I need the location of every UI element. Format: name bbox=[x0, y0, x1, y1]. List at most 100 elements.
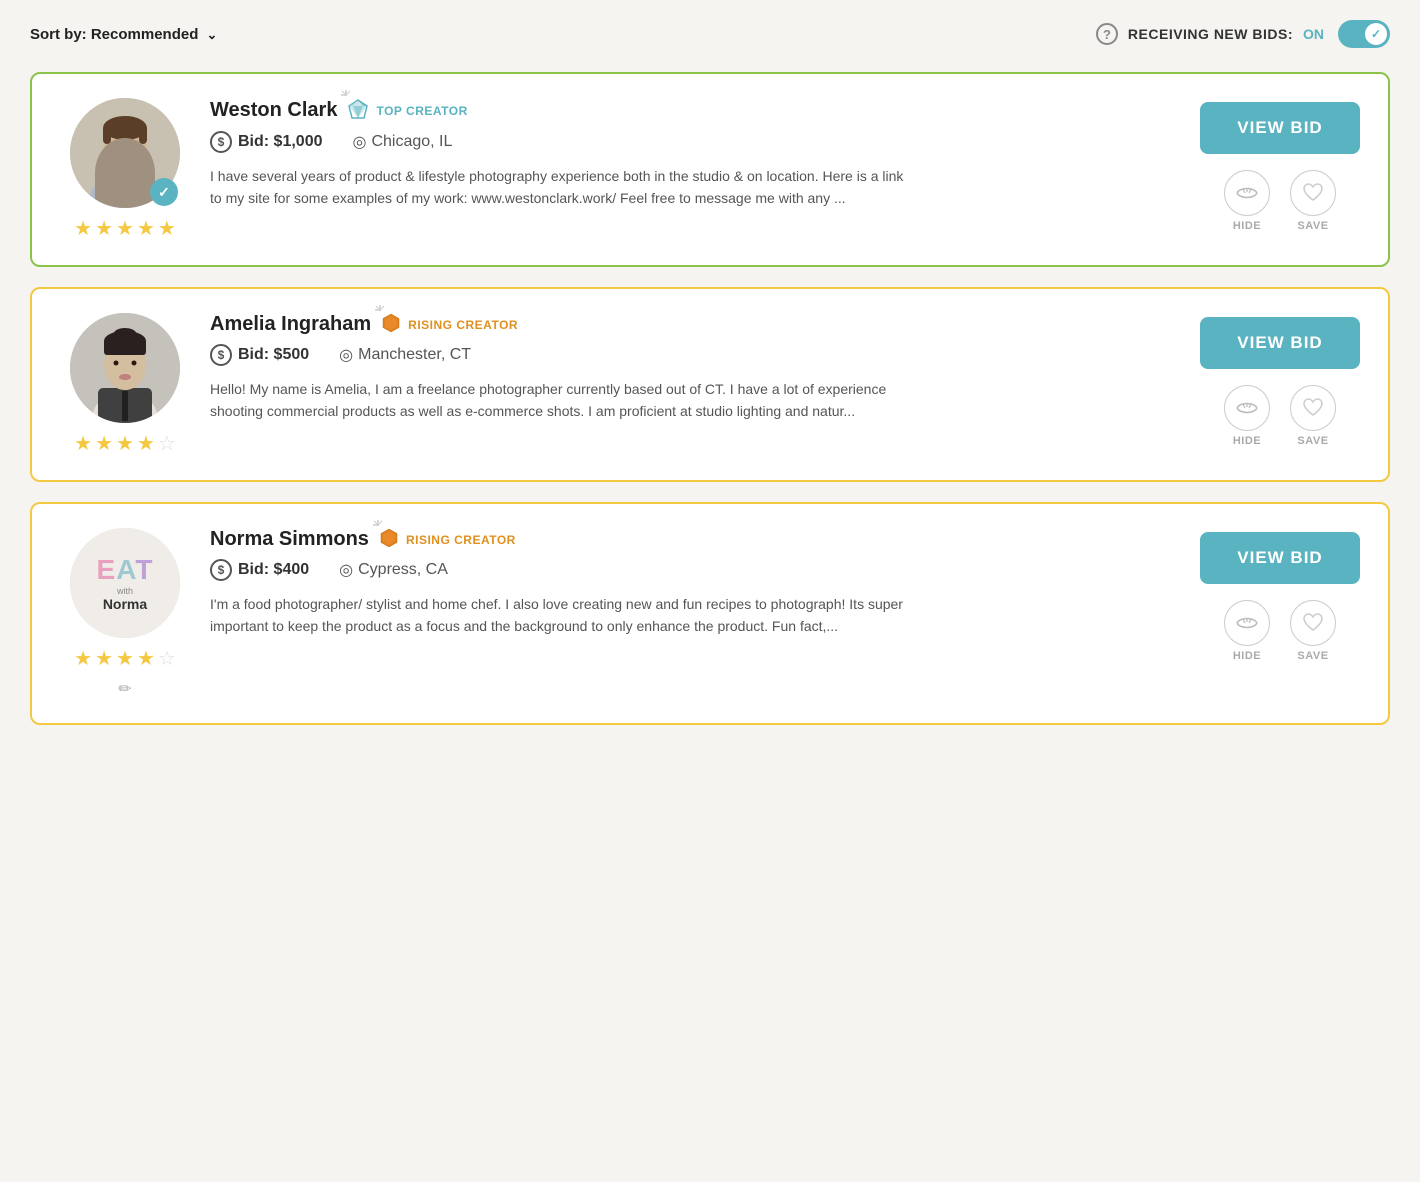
hide-save-row-norma-simmons: HIDE SAVE bbox=[1224, 600, 1336, 662]
save-icon-circle bbox=[1290, 385, 1336, 431]
save-button-norma-simmons[interactable]: SAVE bbox=[1290, 600, 1336, 662]
star-3: ★ bbox=[116, 216, 134, 241]
creator-badge-weston-clark: TOP CREATOR bbox=[347, 98, 467, 123]
star-5: ★ bbox=[158, 216, 176, 241]
diamond-sparkle bbox=[347, 98, 369, 123]
creator-cards-list: ✓ ★★★★★ Weston Clark TOP C bbox=[30, 72, 1390, 725]
star-2: ★ bbox=[95, 216, 113, 241]
sort-by-control[interactable]: Sort by: Recommended ⌄ bbox=[30, 26, 217, 43]
creator-card-norma-simmons: EAT with Norma ★★★★☆ ✏ Norma Simmons bbox=[30, 502, 1390, 725]
hexagon-sparkle bbox=[379, 528, 399, 551]
hide-save-row-weston-clark: HIDE SAVE bbox=[1224, 170, 1336, 232]
star-4: ★ bbox=[137, 216, 155, 241]
norma-eat-e: E bbox=[97, 554, 117, 585]
creator-name-amelia-ingraham: Amelia Ingraham bbox=[210, 313, 371, 336]
bid-info-amelia-ingraham: $ Bid: $500 bbox=[210, 344, 309, 366]
receiving-bids-toggle[interactable] bbox=[1338, 20, 1390, 48]
bids-label: RECEIVING NEW BIDS: bbox=[1128, 26, 1293, 42]
avatar-image-amelia-ingraham bbox=[70, 313, 180, 423]
creator-avatar-norma-simmons: EAT with Norma ★★★★☆ ✏ bbox=[60, 528, 190, 699]
creator-name-weston-clark: Weston Clark bbox=[210, 99, 337, 122]
view-bid-button-norma-simmons[interactable]: VIEW BID bbox=[1200, 532, 1360, 584]
bid-location-row-weston-clark: $ Bid: $1,000 ◎ Chicago, IL bbox=[210, 131, 1180, 153]
avatar-amelia bbox=[70, 313, 180, 423]
save-button-amelia-ingraham[interactable]: SAVE bbox=[1290, 385, 1336, 447]
creator-name-row-amelia-ingraham: Amelia Ingraham RISING CREATOR bbox=[210, 313, 1180, 336]
creator-location: Chicago, IL bbox=[371, 133, 452, 151]
card-actions-amelia-ingraham: VIEW BID HID bbox=[1200, 313, 1360, 447]
save-label: SAVE bbox=[1297, 220, 1328, 232]
bid-info-norma-simmons: $ Bid: $400 bbox=[210, 559, 309, 581]
star-1: ★ bbox=[74, 646, 92, 671]
star-3: ★ bbox=[116, 431, 134, 456]
bids-toggle-area: ? RECEIVING NEW BIDS: ON bbox=[1096, 20, 1390, 48]
sort-label: Sort by: bbox=[30, 26, 87, 43]
hide-button-norma-simmons[interactable]: HIDE bbox=[1224, 600, 1270, 662]
bid-amount: Bid: $400 bbox=[238, 561, 309, 579]
pencil-icon: ✏ bbox=[118, 679, 131, 699]
card-actions-norma-simmons: VIEW BID HID bbox=[1200, 528, 1360, 662]
bid-amount: Bid: $1,000 bbox=[238, 133, 322, 151]
creator-card-weston-clark: ✓ ★★★★★ Weston Clark TOP C bbox=[30, 72, 1390, 267]
sort-value: Recommended bbox=[91, 26, 199, 43]
creator-badge-amelia-ingraham: RISING CREATOR bbox=[381, 313, 518, 336]
star-rating-norma-simmons: ★★★★☆ bbox=[74, 646, 176, 671]
location-info-weston-clark: ◎ Chicago, IL bbox=[352, 132, 452, 152]
creator-card-amelia-ingraham: ★★★★☆ Amelia Ingraham RISING CREATOR bbox=[30, 287, 1390, 482]
save-icon-circle bbox=[1290, 600, 1336, 646]
bids-status: ON bbox=[1303, 26, 1324, 42]
dollar-icon: $ bbox=[210, 131, 232, 153]
pin-icon: ◎ bbox=[352, 132, 366, 152]
creator-bio-amelia-ingraham: Hello! My name is Amelia, I am a freelan… bbox=[210, 378, 910, 423]
bid-amount: Bid: $500 bbox=[238, 346, 309, 364]
star-rating-amelia-ingraham: ★★★★☆ bbox=[74, 431, 176, 456]
creator-location: Manchester, CT bbox=[358, 346, 471, 364]
hide-button-amelia-ingraham[interactable]: HIDE bbox=[1224, 385, 1270, 447]
toggle-knob bbox=[1365, 23, 1387, 45]
hexagon-sparkle bbox=[381, 313, 401, 336]
creator-badge-norma-simmons: RISING CREATOR bbox=[379, 528, 516, 551]
chevron-down-icon: ⌄ bbox=[207, 27, 218, 43]
norma-eat-a: A bbox=[116, 554, 135, 585]
save-button-weston-clark[interactable]: SAVE bbox=[1290, 170, 1336, 232]
pin-icon: ◎ bbox=[339, 345, 353, 365]
location-info-norma-simmons: ◎ Cypress, CA bbox=[339, 560, 448, 580]
star-rating-weston-clark: ★★★★★ bbox=[74, 216, 176, 241]
star-4: ★ bbox=[137, 431, 155, 456]
star-5: ☆ bbox=[158, 646, 176, 671]
star-1: ★ bbox=[74, 216, 92, 241]
creator-bio-norma-simmons: I'm a food photographer/ stylist and hom… bbox=[210, 593, 910, 638]
star-5: ☆ bbox=[158, 431, 176, 456]
hide-label: HIDE bbox=[1233, 220, 1261, 232]
help-icon[interactable]: ? bbox=[1096, 23, 1118, 45]
creator-name-row-weston-clark: Weston Clark TOP CREATOR bbox=[210, 98, 1180, 123]
creator-info-amelia-ingraham: Amelia Ingraham RISING CREATOR $ Bid: $5… bbox=[210, 313, 1180, 423]
creator-location: Cypress, CA bbox=[358, 561, 448, 579]
hide-icon-circle bbox=[1224, 600, 1270, 646]
view-bid-button-weston-clark[interactable]: VIEW BID bbox=[1200, 102, 1360, 154]
pin-icon: ◎ bbox=[339, 560, 353, 580]
creator-info-norma-simmons: Norma Simmons RISING CREATOR $ Bid: $400 bbox=[210, 528, 1180, 638]
header-bar: Sort by: Recommended ⌄ ? RECEIVING NEW B… bbox=[30, 20, 1390, 48]
avatar-image-norma-simmons: EAT with Norma bbox=[70, 528, 180, 638]
hide-icon-circle bbox=[1224, 170, 1270, 216]
star-2: ★ bbox=[95, 646, 113, 671]
location-info-amelia-ingraham: ◎ Manchester, CT bbox=[339, 345, 471, 365]
bid-location-row-norma-simmons: $ Bid: $400 ◎ Cypress, CA bbox=[210, 559, 1180, 581]
bid-info-weston-clark: $ Bid: $1,000 bbox=[210, 131, 322, 153]
norma-name-logo-text: Norma bbox=[103, 596, 147, 612]
star-2: ★ bbox=[95, 431, 113, 456]
save-label: SAVE bbox=[1297, 650, 1328, 662]
creator-name-norma-simmons: Norma Simmons bbox=[210, 528, 369, 551]
view-bid-button-amelia-ingraham[interactable]: VIEW BID bbox=[1200, 317, 1360, 369]
creator-avatar-amelia-ingraham: ★★★★☆ bbox=[60, 313, 190, 456]
avatar-norma: EAT with Norma bbox=[70, 528, 180, 638]
norma-eat-logo: EAT bbox=[97, 554, 154, 586]
hide-label: HIDE bbox=[1233, 435, 1261, 447]
dollar-icon: $ bbox=[210, 559, 232, 581]
avatar-image-weston-clark: ✓ bbox=[70, 98, 180, 208]
star-3: ★ bbox=[116, 646, 134, 671]
verified-badge: ✓ bbox=[150, 178, 178, 206]
bid-location-row-amelia-ingraham: $ Bid: $500 ◎ Manchester, CT bbox=[210, 344, 1180, 366]
hide-button-weston-clark[interactable]: HIDE bbox=[1224, 170, 1270, 232]
